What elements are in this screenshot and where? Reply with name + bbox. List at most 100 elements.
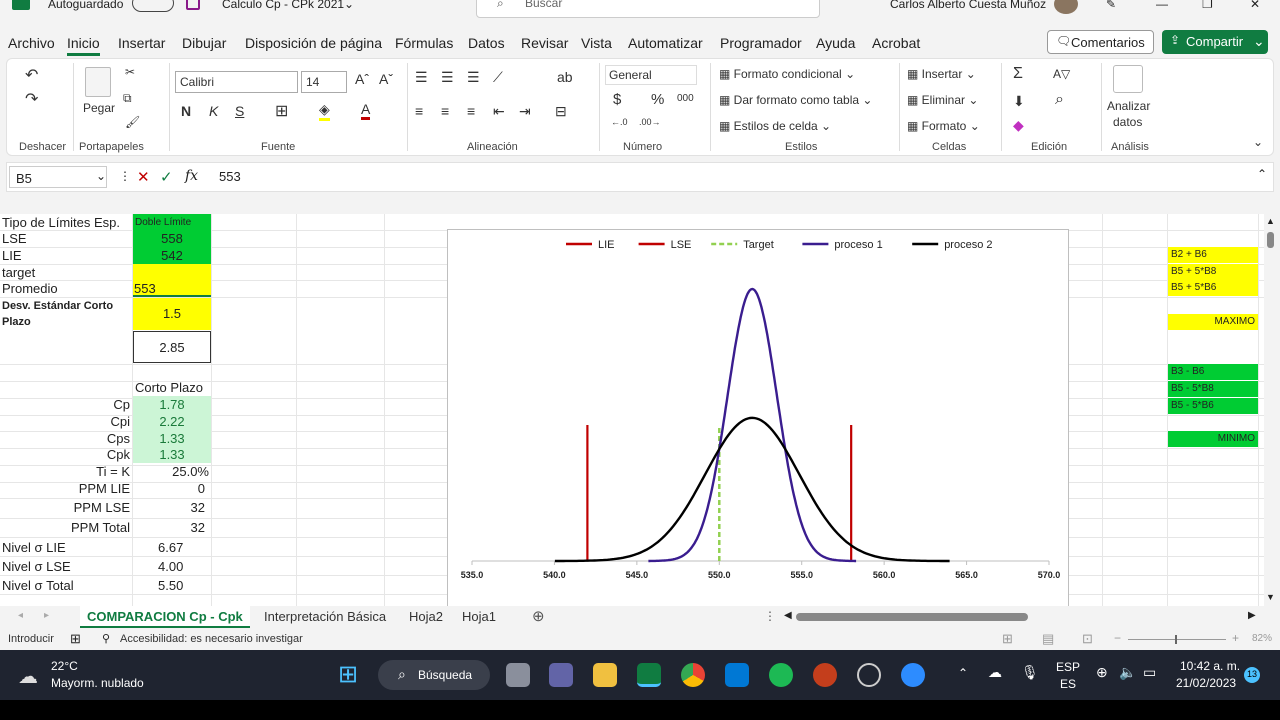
value-ppm-total[interactable]: 32 bbox=[133, 519, 205, 536]
note-maximo[interactable]: MAXIMO bbox=[1168, 314, 1258, 330]
windows-start-icon[interactable]: ⊞ bbox=[338, 660, 358, 689]
tab-ayuda[interactable]: Ayuda bbox=[816, 35, 855, 51]
format-painter-icon[interactable]: 🖌 bbox=[125, 115, 140, 129]
increase-decimal-icon[interactable]: ←.0 bbox=[611, 117, 628, 127]
tab-acrobat[interactable]: Acrobat bbox=[872, 35, 920, 51]
expand-formula-icon[interactable]: ⌃ bbox=[1257, 167, 1267, 181]
cell-b3[interactable]: 542 bbox=[133, 247, 211, 264]
insert-cells-button[interactable]: ▦ Insertar ⌄ bbox=[907, 67, 976, 81]
accessibility-status[interactable]: Accesibilidad: es necesario investigar bbox=[120, 633, 303, 645]
find-icon[interactable]: ⌕ bbox=[1055, 91, 1064, 109]
language-2[interactable]: ES bbox=[1060, 677, 1076, 691]
increase-indent-icon[interactable]: ⇥ bbox=[519, 103, 531, 120]
undo-icon[interactable]: ↶ bbox=[25, 65, 38, 85]
tab-vista[interactable]: Vista bbox=[581, 35, 612, 51]
fill-color-icon[interactable]: ◈ bbox=[319, 101, 330, 121]
cell-b2[interactable]: 558 bbox=[133, 230, 211, 247]
label-sigma-lie[interactable]: Nivel σ LIE bbox=[2, 539, 130, 556]
excel-icon[interactable] bbox=[637, 663, 661, 687]
analyze-data-icon[interactable] bbox=[1113, 65, 1143, 93]
label-cpk[interactable]: Cpk bbox=[2, 446, 130, 463]
autosum-icon[interactable]: Σ bbox=[1013, 65, 1023, 83]
sheet-tab-active[interactable]: COMPARACION Cp - Cpk bbox=[80, 606, 250, 628]
conditional-format-button[interactable]: ▦ Formato condicional ⌄ bbox=[719, 67, 855, 81]
cell-a5[interactable]: Promedio bbox=[2, 280, 132, 297]
font-name-select[interactable]: Calibri bbox=[175, 71, 298, 93]
align-center-icon[interactable]: ≡ bbox=[441, 103, 449, 119]
comma-icon[interactable]: 000 bbox=[677, 93, 694, 104]
paste-label[interactable]: Pegar bbox=[83, 101, 115, 115]
chevron-down-icon[interactable]: ⌄ bbox=[344, 0, 354, 11]
search-box[interactable]: ⌕ Buscar bbox=[476, 0, 820, 18]
weather-desc[interactable]: Mayorm. nublado bbox=[51, 676, 144, 690]
font-size-select[interactable]: 14 bbox=[301, 71, 347, 93]
minimize-icon[interactable]: — bbox=[1156, 0, 1168, 11]
function-icon[interactable]: fx bbox=[185, 168, 198, 184]
label-ppm-lse[interactable]: PPM LSE bbox=[2, 499, 130, 516]
align-right-icon[interactable]: ≡ bbox=[467, 103, 475, 119]
cell-b6[interactable]: 1.5 bbox=[133, 298, 211, 330]
save-icon[interactable] bbox=[186, 0, 200, 10]
restore-icon[interactable]: ❐ bbox=[1202, 0, 1213, 11]
tab-datos[interactable]: Datos bbox=[468, 35, 505, 51]
zoom-slider[interactable] bbox=[1128, 639, 1226, 640]
vertical-scrollbar[interactable]: ▲ ▼ bbox=[1264, 214, 1276, 606]
label-ti-k[interactable]: Ti = K bbox=[2, 463, 130, 480]
orientation-icon[interactable]: ⟋ bbox=[493, 69, 503, 86]
tab-disposicion[interactable]: Disposición de página bbox=[245, 35, 382, 51]
language-1[interactable]: ESP bbox=[1056, 660, 1080, 674]
comments-button[interactable]: 🗨 Comentarios bbox=[1047, 30, 1154, 54]
cell-a3[interactable]: LIE bbox=[2, 247, 132, 264]
formula-input[interactable]: 553 bbox=[219, 169, 241, 184]
zoom-app-icon[interactable] bbox=[901, 663, 925, 687]
weather-icon[interactable]: ☁ bbox=[18, 664, 38, 689]
enter-icon[interactable]: ✓ bbox=[160, 168, 173, 186]
percent-icon[interactable]: % bbox=[651, 91, 664, 108]
font-color-icon[interactable]: A bbox=[361, 101, 371, 120]
accessibility-icon[interactable]: ⚲ bbox=[102, 632, 110, 645]
value-ti-k[interactable]: 25.0% bbox=[133, 463, 209, 480]
border-icon[interactable]: ⊞ bbox=[275, 101, 288, 121]
scroll-down-icon[interactable]: ▼ bbox=[1266, 592, 1275, 602]
normal-view-icon[interactable]: ⊞ bbox=[1002, 631, 1013, 647]
microphone-icon[interactable]: 🎙 bbox=[1021, 664, 1039, 681]
sort-filter-icon[interactable]: A▽ bbox=[1053, 67, 1070, 81]
number-format-select[interactable]: General bbox=[605, 65, 697, 85]
tray-chevron-icon[interactable]: ⌃ bbox=[958, 666, 968, 680]
label-cpi[interactable]: Cpi bbox=[2, 413, 130, 430]
value-sigma-total[interactable]: 5.50 bbox=[158, 577, 208, 594]
volume-icon[interactable]: 🔈 bbox=[1119, 664, 1136, 681]
analyze-data-label-2[interactable]: datos bbox=[1113, 115, 1142, 129]
close-icon[interactable]: ✕ bbox=[1250, 0, 1260, 11]
chart-svg[interactable]: 535.0 540.0 545.0 550.0 555.0 560.0 565.0 570.0… bbox=[448, 230, 1068, 606]
cell-a2[interactable]: LSE bbox=[2, 230, 132, 247]
currency-icon[interactable]: $ bbox=[613, 91, 621, 108]
shrink-font-icon[interactable]: Aˇ bbox=[379, 71, 393, 87]
label-cps[interactable]: Cps bbox=[2, 430, 130, 447]
autosave-toggle[interactable] bbox=[132, 0, 174, 12]
prev-sheet-icon[interactable]: ◂ bbox=[18, 610, 23, 621]
file-explorer-icon[interactable] bbox=[593, 663, 617, 687]
format-cells-button[interactable]: ▦ Formato ⌄ bbox=[907, 119, 980, 133]
collapse-ribbon-icon[interactable]: ⌄ bbox=[1253, 135, 1263, 149]
cell-b5-selected[interactable]: 553 bbox=[133, 280, 211, 297]
label-sigma-lse[interactable]: Nivel σ LSE bbox=[2, 558, 130, 575]
spotify-icon[interactable] bbox=[769, 663, 793, 687]
cell-a1[interactable]: Tipo de Límites Esp. bbox=[2, 214, 132, 231]
value-cps[interactable]: 1.33 bbox=[133, 430, 211, 447]
settings-icon[interactable] bbox=[857, 663, 881, 687]
chart-area[interactable]: 535.0 540.0 545.0 550.0 555.0 560.0 565.0 570.0… bbox=[447, 229, 1069, 607]
header-corto-plazo[interactable]: Corto Plazo bbox=[135, 379, 211, 396]
value-cpk[interactable]: 1.33 bbox=[133, 446, 211, 463]
tab-archivo[interactable]: Archivo bbox=[8, 35, 55, 51]
file-name[interactable]: Calculo Cp - CPk 2021 bbox=[222, 0, 344, 11]
fill-icon[interactable]: ⬇ bbox=[1013, 93, 1025, 110]
chrome-icon[interactable] bbox=[681, 663, 705, 687]
share-button[interactable]: ⇪ Compartir ⌄ bbox=[1162, 30, 1268, 54]
sheet-tab-hoja2[interactable]: Hoja2 bbox=[409, 609, 443, 624]
add-sheet-icon[interactable]: ⊕ bbox=[532, 607, 545, 625]
clear-icon[interactable]: ◆ bbox=[1013, 117, 1024, 134]
value-cp[interactable]: 1.78 bbox=[133, 396, 211, 413]
value-cpi[interactable]: 2.22 bbox=[133, 413, 211, 430]
cell-b4[interactable] bbox=[133, 264, 211, 281]
